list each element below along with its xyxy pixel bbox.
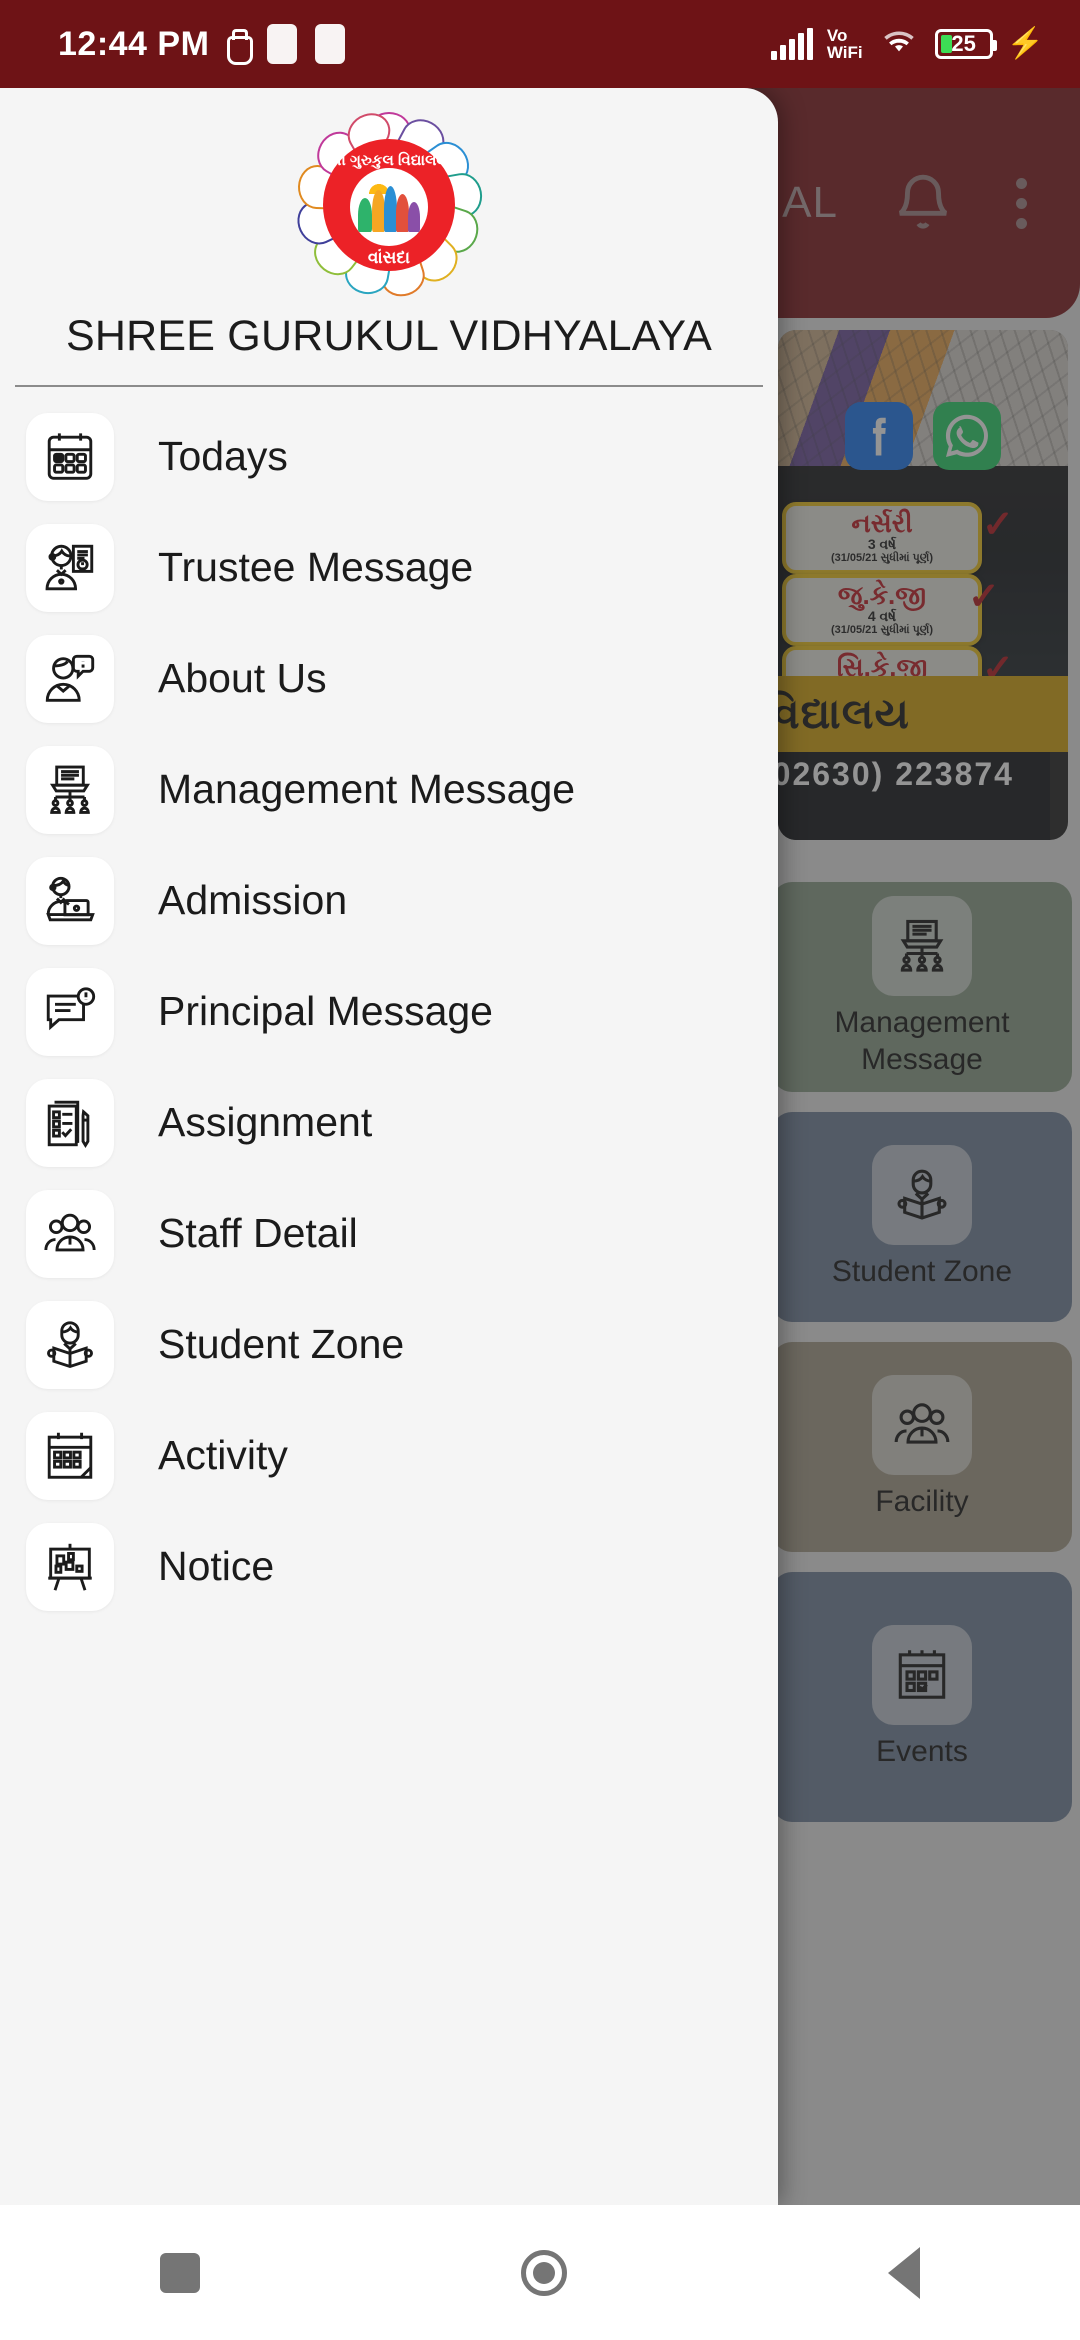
calendar-today-icon xyxy=(26,412,114,501)
calendar-grid-icon xyxy=(26,1411,114,1500)
sidebar-item-label: Student Zone xyxy=(158,1321,405,1367)
sidebar-item-student-zone[interactable]: Student Zone xyxy=(0,1289,778,1400)
recents-square-icon[interactable] xyxy=(160,2252,201,2293)
sidebar-item-assignment[interactable]: Assignment xyxy=(0,1067,778,1178)
home-circle-icon[interactable] xyxy=(520,2249,567,2296)
navigation-drawer: શ્રી ગુરુકુલ વિદ્યાલય વાંસદા SHREE GURUK… xyxy=(0,88,778,2205)
sidebar-item-todays[interactable]: Todays xyxy=(0,401,778,512)
sidebar-item-label: Principal Message xyxy=(158,988,493,1034)
drawer-menu-list: Todays Trustee Message About Us Manageme… xyxy=(0,387,778,1622)
noticeboard-easel-icon xyxy=(26,1522,114,1611)
sidebar-item-management-message[interactable]: Management Message xyxy=(0,734,778,845)
sidebar-item-label: Activity xyxy=(158,1432,288,1478)
usb-debugging-icon xyxy=(227,29,254,65)
status-bar: 12:44 PM Vo WiFi 25 ⚡ xyxy=(0,0,1080,88)
sidebar-item-label: Management Message xyxy=(158,766,576,812)
vowifi-indicator: Vo WiFi xyxy=(827,27,863,61)
sidebar-item-label: Notice xyxy=(158,1543,275,1589)
person-laptop-icon xyxy=(26,856,114,945)
people-group-icon xyxy=(26,1189,114,1278)
person-info-bubble-icon xyxy=(26,634,114,723)
clock: 12:44 PM xyxy=(58,24,210,63)
system-navigation-bar xyxy=(0,2205,1080,2340)
sidebar-item-label: Todays xyxy=(158,433,288,479)
school-emblem-logo: શ્રી ગુરુકુલ વિદ્યાલય વાંસદા xyxy=(290,105,486,302)
sidebar-item-principal-message[interactable]: Principal Message xyxy=(0,956,778,1067)
phone-screen: AL xyxy=(0,0,1080,2340)
back-triangle-icon[interactable] xyxy=(887,2246,920,2299)
vowifi-wifi-label: WiFi xyxy=(826,43,863,62)
sidebar-item-label: About Us xyxy=(158,655,327,701)
sidebar-item-about-us[interactable]: About Us xyxy=(0,623,778,734)
cellular-signal-icon xyxy=(770,28,813,60)
wifi-icon xyxy=(877,25,921,64)
charging-bolt-icon: ⚡ xyxy=(1006,27,1044,60)
sidebar-item-label: Staff Detail xyxy=(158,1210,358,1256)
sidebar-item-trustee-message[interactable]: Trustee Message xyxy=(0,512,778,623)
chat-bubble-alert-icon xyxy=(26,967,114,1056)
sidebar-item-label: Admission xyxy=(158,877,348,923)
sidebar-item-activity[interactable]: Activity xyxy=(0,1400,778,1511)
sidebar-item-admission[interactable]: Admission xyxy=(0,845,778,956)
sidebar-item-notice[interactable]: Notice xyxy=(0,1511,778,1622)
sidebar-item-staff-detail[interactable]: Staff Detail xyxy=(0,1178,778,1289)
student-reading-icon xyxy=(26,1300,114,1389)
notification-icon-placeholder xyxy=(315,24,346,64)
notification-icon-placeholder xyxy=(267,24,298,64)
trustee-person-document-icon xyxy=(26,523,114,612)
org-chart-document-icon xyxy=(26,745,114,834)
status-bar-left: 12:44 PM xyxy=(58,24,346,65)
logo-inner-circle xyxy=(350,168,428,246)
sidebar-item-label: Trustee Message xyxy=(158,544,474,590)
checklist-pencil-icon xyxy=(26,1078,114,1167)
page-title: SHREE GURUKUL VIDHYALAYA xyxy=(66,312,712,360)
sidebar-item-label: Assignment xyxy=(158,1099,373,1145)
vowifi-vo-label: Vo xyxy=(826,26,848,45)
status-bar-right: Vo WiFi 25 ⚡ xyxy=(770,25,1044,64)
drawer-header: શ્રી ગુરુકુલ વિદ્યાલય વાંસદા SHREE GURUK… xyxy=(0,88,778,361)
battery-percent: 25 xyxy=(951,31,976,56)
battery-icon: 25 xyxy=(934,29,997,59)
